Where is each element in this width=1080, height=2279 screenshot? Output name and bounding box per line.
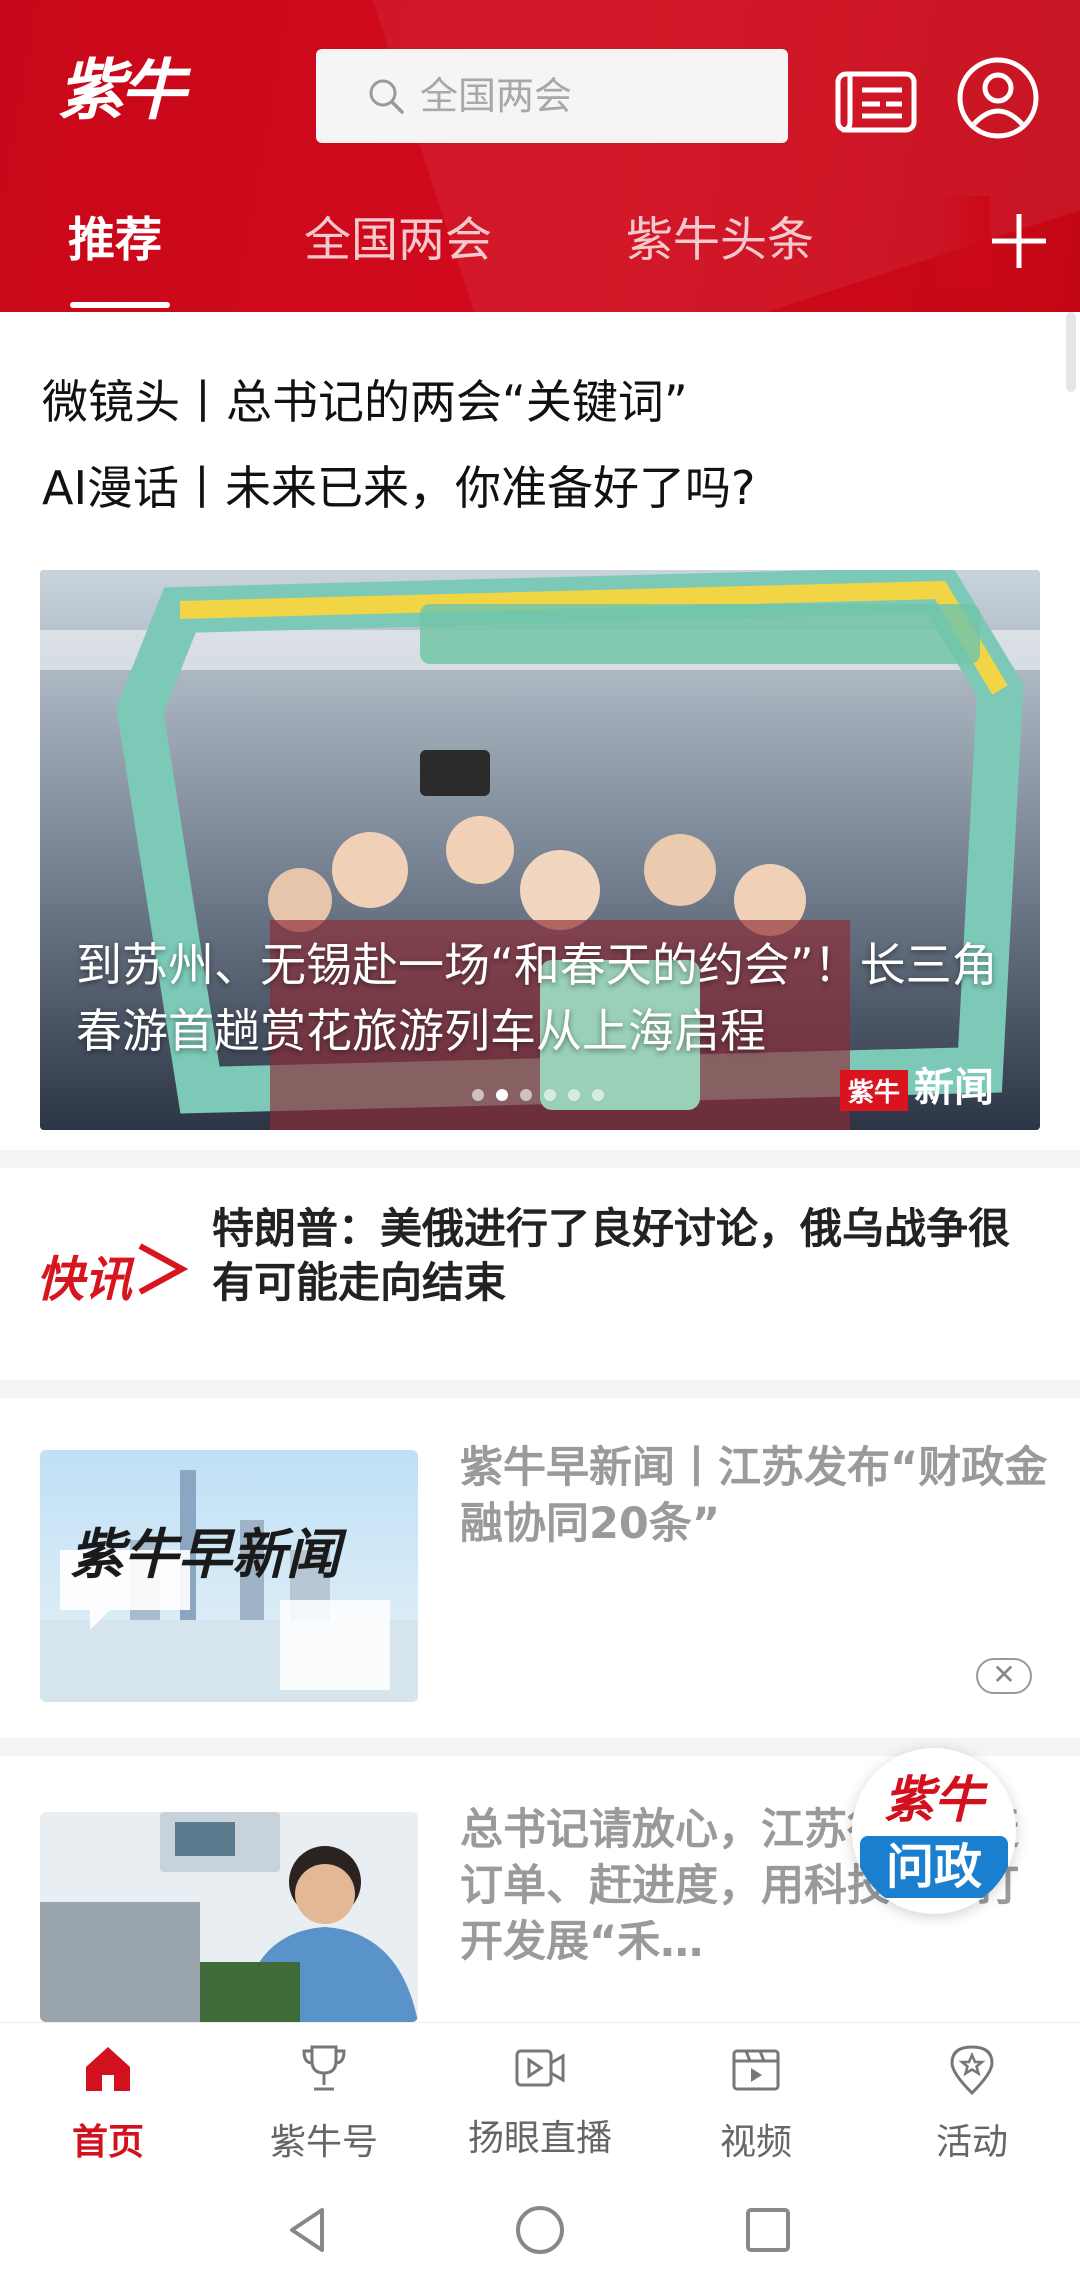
news-title[interactable]: 紫牛早新闻丨江苏发布“财政金融协同20条” (460, 1440, 1050, 1552)
nav-label: 视频 (719, 2122, 792, 2163)
wenzheng-floating-button[interactable]: 紫牛 问政 (852, 1748, 1016, 1914)
news-thumbnail[interactable] (40, 1812, 418, 2022)
app-logo[interactable]: 紫牛 (58, 30, 208, 150)
tab-ziniu-headlines[interactable]: 紫牛头条 (626, 196, 814, 286)
headline-link[interactable]: AI漫话丨未来已来，你准备好了吗? (42, 452, 755, 518)
banner-carousel[interactable]: 到苏州、无锡赴一场“和春天的约会”！长三角春游首趟赏花旅游列车从上海启程 紫牛新… (40, 570, 1040, 1130)
tab-overflow-fade (930, 196, 990, 286)
nav-ziniu-account[interactable]: 紫牛号 (216, 2023, 432, 2183)
trophy-icon (302, 2045, 346, 2091)
watermark-text: 新闻 (914, 1065, 995, 1111)
newspaper-icon[interactable] (828, 52, 924, 144)
float-badge-bottom: 问政 (860, 1836, 1008, 1898)
recents-icon[interactable] (738, 2200, 798, 2260)
back-icon[interactable] (278, 2200, 338, 2260)
carousel-dot-active[interactable] (496, 1089, 508, 1101)
tab-recommend[interactable]: 推荐 (68, 196, 162, 286)
flash-news-logo-text: 快讯 (36, 1252, 133, 1308)
home-icon (86, 2047, 130, 2091)
live-video-icon (515, 2049, 565, 2087)
carousel-dots[interactable] (472, 1086, 616, 1101)
banner-watermark: 紫牛 新闻 (840, 1055, 994, 1113)
news-thumbnail[interactable]: 紫牛早新闻 (40, 1450, 418, 1702)
bottom-nav: 首页 紫牛号 扬眼直播 视频 活动 (0, 2022, 1080, 2182)
carousel-dot[interactable] (544, 1089, 556, 1101)
scrollbar[interactable] (1066, 312, 1076, 392)
nav-video[interactable]: 视频 (648, 2023, 864, 2183)
float-badge-top: 紫牛 (884, 1771, 984, 1829)
search-bar[interactable]: 全国两会 (316, 49, 788, 143)
carousel-dot[interactable] (520, 1089, 532, 1101)
section-divider (0, 1150, 1080, 1168)
close-icon[interactable]: ✕ (976, 1658, 1032, 1694)
app-header: 紫牛 全国两会 推荐 全国两会 紫牛头条 (0, 0, 1080, 312)
nav-home[interactable]: 首页 (0, 2023, 216, 2183)
nav-label: 活动 (935, 2122, 1008, 2163)
plus-icon[interactable] (988, 210, 1050, 272)
headline-link[interactable]: 微镜头丨总书记的两会“关键词” (42, 366, 688, 432)
user-icon[interactable] (950, 52, 1046, 144)
system-nav-bar (0, 2182, 1080, 2279)
watermark-seal: 紫牛 (840, 1069, 909, 1111)
nav-label: 扬眼直播 (467, 2118, 612, 2159)
search-placeholder: 全国两会 (420, 74, 573, 118)
section-divider (0, 1380, 1080, 1398)
channel-tabs: 推荐 全国两会 紫牛头条 (0, 196, 1080, 312)
video-icon (732, 2049, 780, 2091)
carousel-dot[interactable] (472, 1089, 484, 1101)
home-circle-icon[interactable] (510, 2200, 570, 2260)
nav-events[interactable]: 活动 (864, 2023, 1080, 2183)
carousel-dot[interactable] (568, 1089, 580, 1101)
carousel-dot[interactable] (592, 1089, 604, 1101)
nav-label: 首页 (71, 2122, 144, 2163)
active-tab-indicator (70, 302, 170, 308)
nav-live[interactable]: 扬眼直播 (432, 2023, 648, 2183)
banner-title: 到苏州、无锡赴一场“和春天的约会”！长三角春游首趟赏花旅游列车从上海启程 (76, 938, 998, 1058)
search-icon (369, 79, 404, 114)
news-thumb-image (40, 1812, 418, 2022)
nav-label: 紫牛号 (269, 2122, 378, 2163)
star-location-icon (950, 2045, 994, 2095)
news-thumb-title: 紫牛早新闻 (70, 1523, 340, 1586)
flash-news-text[interactable]: 特朗普：美俄进行了良好讨论，俄乌战争很有可能走向结束 (212, 1202, 1032, 1310)
tab-two-sessions[interactable]: 全国两会 (304, 196, 492, 286)
